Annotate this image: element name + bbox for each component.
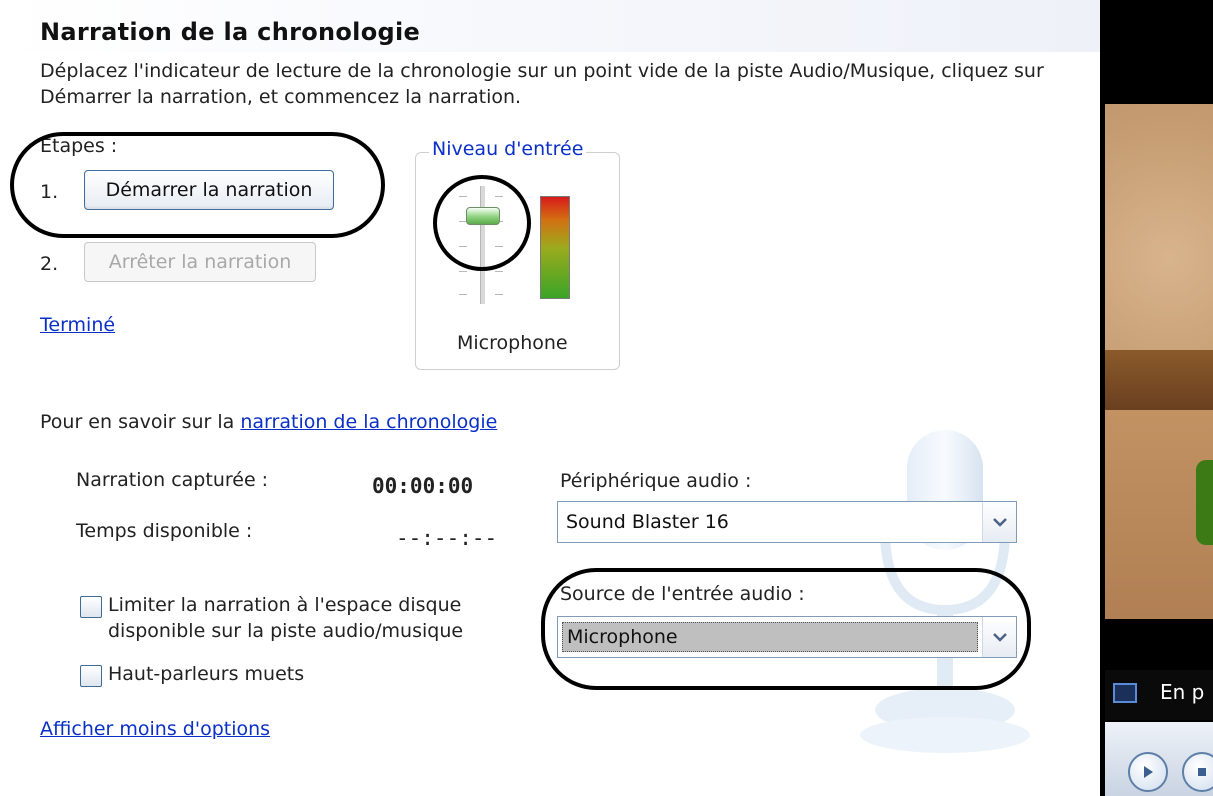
mute-speakers-checkbox[interactable] xyxy=(80,665,102,687)
show-fewer-options-link[interactable]: Afficher moins d'options xyxy=(40,718,270,740)
play-icon[interactable] xyxy=(1128,752,1168,792)
audio-device-value: Sound Blaster 16 xyxy=(566,511,729,533)
input-device-label: Microphone xyxy=(457,332,568,354)
audio-device-label: Périphérique audio : xyxy=(560,470,752,492)
stop-narration-button[interactable]: Arrêter la narration xyxy=(84,242,316,282)
available-time-value: --:--:-- xyxy=(396,526,498,550)
video-preview-plant xyxy=(1196,460,1213,545)
page-title: Narration de la chronologie xyxy=(40,18,421,46)
limit-narration-checkbox[interactable] xyxy=(80,596,102,618)
learn-more-text: Pour en savoir sur la narration de la ch… xyxy=(40,411,497,433)
preview-status-text: En p xyxy=(1160,680,1205,704)
learn-more-prefix: Pour en savoir sur la xyxy=(40,411,241,433)
chevron-down-icon[interactable] xyxy=(982,502,1016,542)
captured-narration-value: 00:00:00 xyxy=(372,474,474,498)
audio-device-dropdown[interactable]: Sound Blaster 16 xyxy=(557,501,1017,543)
highlight-circle-slider xyxy=(433,175,531,271)
captured-narration-label: Narration capturée : xyxy=(76,469,269,491)
limit-narration-label-line2: disponible sur la piste audio/musique xyxy=(108,620,464,642)
input-level-title[interactable]: Niveau d'entrée xyxy=(429,138,587,160)
video-preview-shelf xyxy=(1105,350,1213,410)
page-description: Déplacez l'indicateur de lecture de la c… xyxy=(40,60,1044,108)
highlight-circle-start-button xyxy=(10,132,385,238)
input-level-meter xyxy=(540,196,570,299)
highlight-circle-audio-source xyxy=(541,568,1031,690)
done-link[interactable]: Terminé xyxy=(40,314,115,336)
display-mode-icon[interactable] xyxy=(1113,683,1137,703)
available-time-label: Temps disponible : xyxy=(76,520,253,542)
learn-more-link[interactable]: narration de la chronologie xyxy=(240,411,497,433)
limit-narration-label-line1: Limiter la narration à l'espace disque xyxy=(108,594,462,616)
mute-speakers-label: Haut-parleurs muets xyxy=(108,663,305,685)
step-2-number: 2. xyxy=(40,253,59,275)
